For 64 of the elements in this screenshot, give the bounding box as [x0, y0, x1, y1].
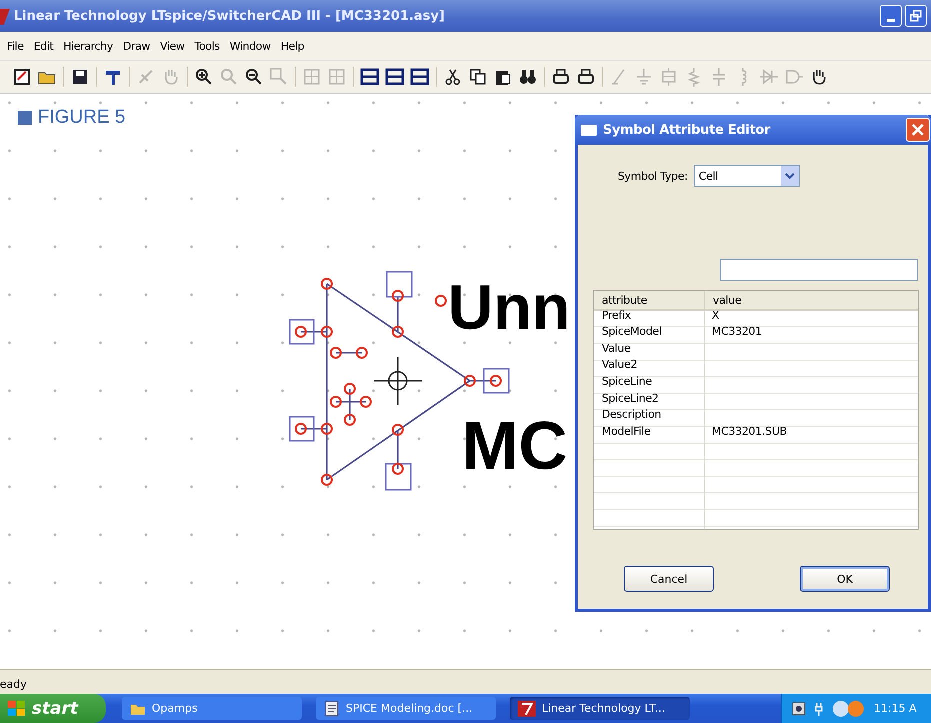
menu-item[interactable]: File — [2, 38, 29, 54]
window-icon[interactable] — [360, 67, 380, 87]
value-cell-text: MC33201.SUB — [711, 424, 788, 440]
attribute-cell-text: SpiceModel — [601, 324, 663, 340]
cut-icon[interactable] — [443, 67, 463, 87]
restore-icon — [910, 10, 922, 22]
attribute-cell-text: ModelFile — [601, 424, 652, 440]
attribute-cell-text: Description — [601, 407, 662, 424]
window-icon — [581, 124, 597, 136]
attribute-cell-text: SpiceLine — [601, 374, 654, 390]
window-title: Linear Technology LTspice/SwitcherCAD III - [MC33201.asy] — [14, 8, 446, 24]
menu-item[interactable]: Window — [224, 38, 276, 54]
menu-item[interactable]: Draw — [118, 38, 156, 54]
symbol-text: Unn — [448, 277, 570, 340]
window-icon[interactable] — [385, 67, 405, 87]
ok-button[interactable]: OK — [800, 566, 890, 592]
symbol-text: MC — [462, 412, 568, 480]
clock: 11:15 A — [874, 702, 917, 715]
crosshair-icon — [373, 356, 423, 406]
attribute-cell-text: Value — [601, 340, 632, 357]
column-header[interactable]: value — [704, 291, 918, 311]
symbol-type-label: Symbol Type: — [618, 170, 688, 182]
close-icon — [912, 124, 924, 136]
taskbar-item[interactable]: Opamps — [122, 697, 302, 720]
menu-item[interactable]: Help — [276, 38, 310, 54]
printer-icon[interactable] — [576, 67, 596, 87]
attribute-cell-text: SpiceLine2 — [601, 390, 660, 407]
plug-icon[interactable] — [814, 700, 824, 716]
printer-icon[interactable] — [551, 67, 571, 87]
dialog-title: Symbol Attribute Editor — [603, 122, 772, 138]
taskbar-item[interactable]: SPICE Modeling.doc [... — [316, 697, 496, 720]
attribute-cell-text: Value2 — [601, 357, 638, 374]
document-icon — [324, 700, 340, 716]
help-icon[interactable] — [792, 702, 806, 716]
symbol-type-dropdown[interactable]: Cell — [694, 165, 800, 187]
figure-square-icon — [18, 111, 32, 125]
menu-item[interactable]: Tools — [190, 38, 225, 54]
app-logo-icon — [518, 700, 536, 716]
taskbar-item[interactable]: Linear Technology LT... — [510, 697, 690, 720]
column-header[interactable]: attribute — [594, 291, 704, 311]
input-field[interactable] — [720, 259, 918, 281]
value-cell-text: MC33201 — [711, 324, 764, 340]
menu-item[interactable]: Edit — [28, 38, 59, 54]
tray-circles-icon[interactable] — [832, 700, 866, 718]
minimize-button[interactable] — [880, 5, 902, 27]
minimize-icon — [887, 18, 895, 22]
menu-item[interactable]: Hierarchy — [58, 38, 118, 54]
zoom-out-icon[interactable] — [244, 67, 264, 87]
app-logo-icon — [0, 7, 10, 25]
windows-flag-icon — [8, 700, 26, 716]
new-page-icon[interactable] — [12, 67, 32, 87]
zoom-in-icon[interactable] — [194, 67, 214, 87]
copy-icon[interactable] — [468, 67, 488, 87]
window-icon[interactable] — [410, 67, 430, 87]
cancel-button[interactable]: Cancel — [624, 566, 714, 592]
caret-icon — [784, 172, 795, 180]
menu-item[interactable]: View — [155, 38, 190, 54]
status-text: eady — [0, 678, 28, 691]
start-button[interactable]: start — [0, 694, 106, 723]
figure-label: FIGURE 5 — [38, 107, 126, 129]
close-button[interactable] — [906, 118, 930, 142]
pin-circle — [435, 295, 447, 307]
restore-button[interactable] — [905, 5, 927, 27]
binoculars-icon[interactable] — [518, 67, 538, 87]
